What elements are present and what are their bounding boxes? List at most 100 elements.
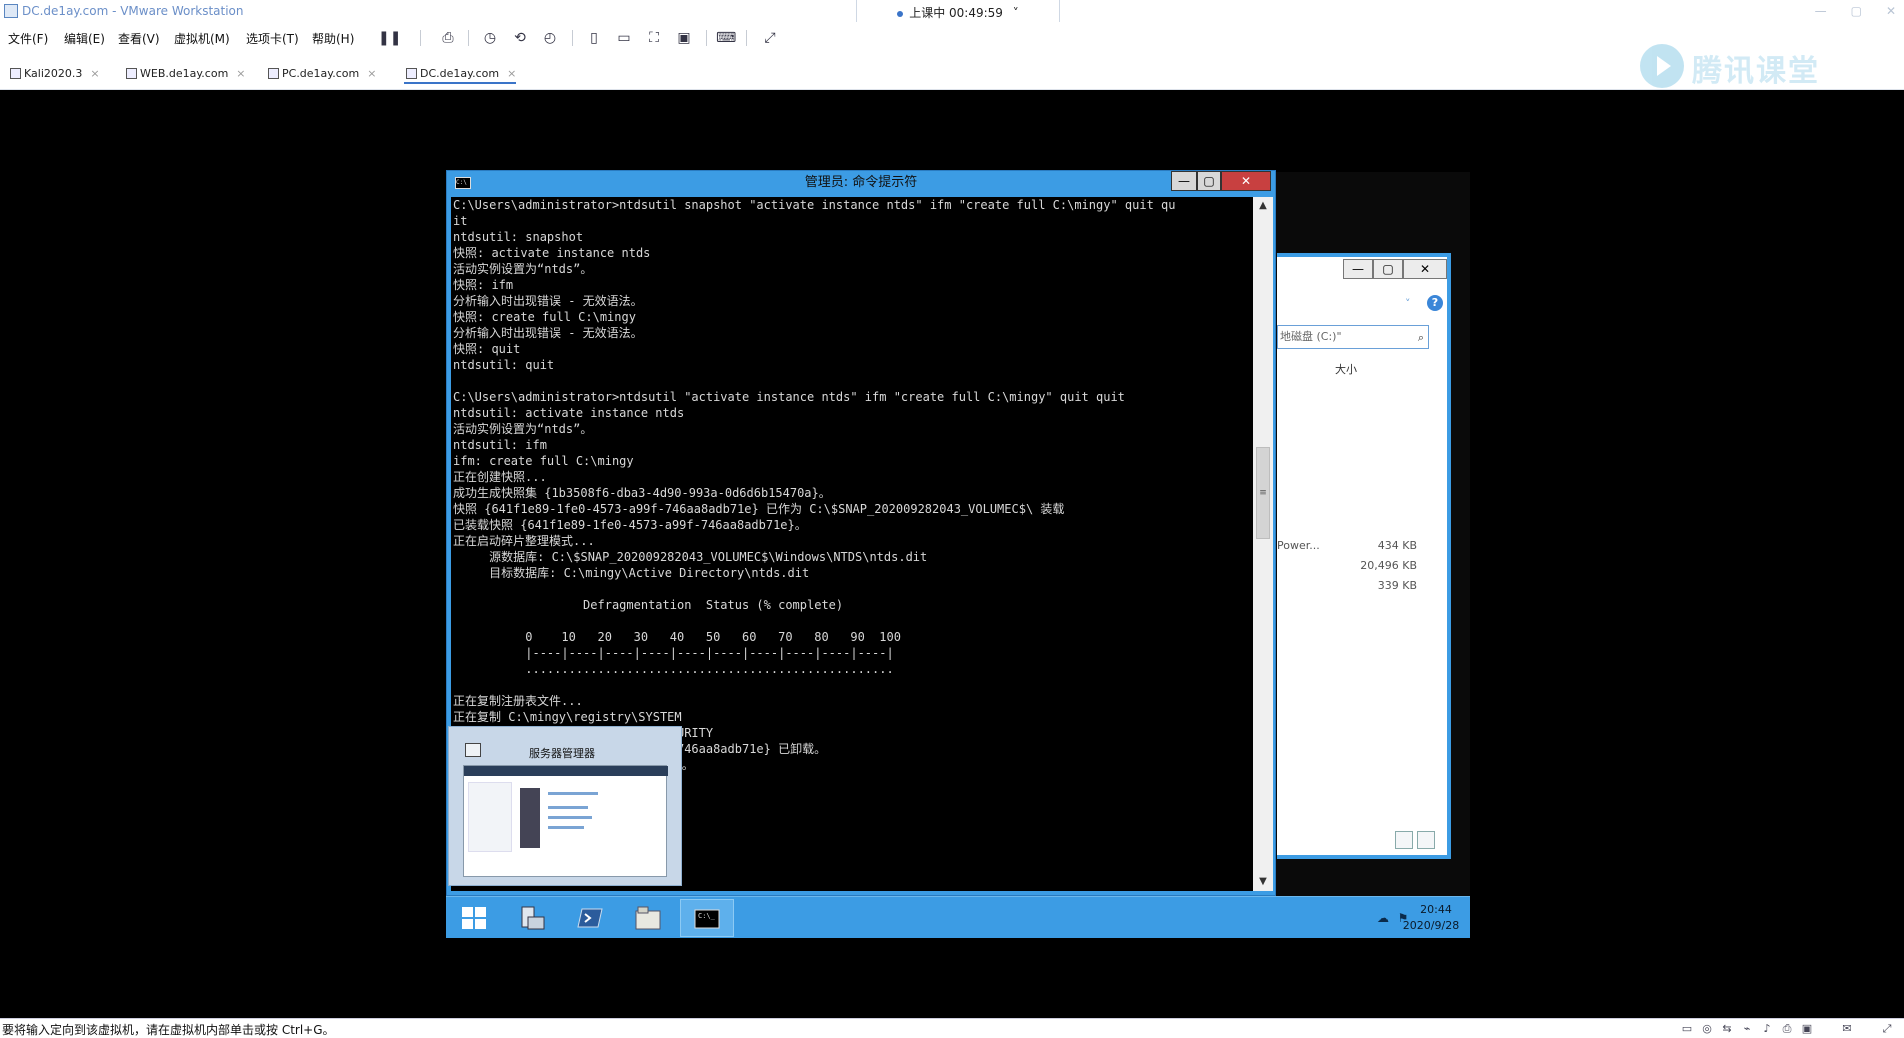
tab-label: WEB.de1ay.com [140,67,229,80]
unity-icon[interactable]: ▣ [674,28,694,48]
file-size: 20,496 KB [1360,559,1417,572]
maximize-button[interactable]: ▢ [1373,259,1403,279]
hdd-icon[interactable]: ▭ [1680,1022,1694,1035]
thumbnail-line [548,816,592,819]
vertical-scrollbar[interactable]: ▲ ≡ ▼ [1253,197,1273,891]
server-manager-icon [521,906,545,930]
cmd-button[interactable]: C:\_ [680,899,734,937]
tab-kali[interactable]: Kali2020.3 × [8,64,100,84]
large-icons-view-icon[interactable] [1417,831,1435,849]
console-line: 分析输入时出现错误 - 无效语法。 [453,326,643,340]
minimize-button[interactable]: — [1343,259,1373,279]
tab-web[interactable]: WEB.de1ay.com × [124,64,246,84]
tab-dc[interactable]: DC.de1ay.com × [404,64,517,84]
server-manager-button[interactable] [506,899,560,937]
fullscreen-icon[interactable]: ⤢ [760,28,780,48]
vm-tab-icon [268,68,279,79]
clock-date[interactable]: 2020/9/28 [1396,919,1466,932]
thumbnail-title: 服务器管理器 [529,747,595,760]
tencent-classroom-logo: 腾讯课堂 [1640,40,1860,92]
revert-snapshot-icon[interactable]: ⟲ [510,28,530,48]
snapshot-icon[interactable]: ◷ [480,28,500,48]
menu-help[interactable]: 帮助(H) [312,30,354,47]
pause-icon[interactable]: ❚❚ [378,28,401,48]
console-line: C:\Users\administrator>ntdsutil snapshot… [453,198,1176,212]
tab-close-icon[interactable]: × [367,67,376,80]
sound-icon[interactable]: ♪ [1760,1022,1774,1035]
usb-icon[interactable]: ⌁ [1740,1022,1754,1035]
chevron-down-icon[interactable]: ˅ [1405,297,1411,310]
network-icon[interactable]: ⇆ [1720,1022,1734,1035]
console-line: 已装载快照 {641f1e89-1fe0-4573-a99f-746aa8adb… [453,518,807,532]
chevron-down-icon: ˅ [1012,6,1019,20]
console-line: 正在复制注册表文件... [453,694,583,708]
console-line: ntdsutil: snapshot [453,230,584,244]
console-line: ........................................… [453,662,894,676]
send-ctrl-alt-del-icon[interactable]: ⎙ [438,28,458,48]
console-icon[interactable]: ⌨ [716,28,736,48]
tab-close-icon[interactable]: × [236,67,245,80]
console-line: |----|----|----|----|----|----|----|----… [453,646,894,660]
tab-close-icon[interactable]: × [90,67,99,80]
close-button[interactable]: ✕ [1221,171,1271,191]
menu-tabs[interactable]: 选项卡(T) [246,30,299,47]
message-icon[interactable]: ✉ [1840,1022,1854,1035]
vmware-title: DC.de1ay.com - VMware Workstation [22,4,244,18]
scroll-down-icon[interactable]: ▼ [1253,873,1273,891]
fit-guest-icon[interactable]: ⛶ [644,28,664,48]
tab-label: DC.de1ay.com [420,67,500,80]
menu-file[interactable]: 文件(F) [8,30,48,47]
thumbnail-bar-icon[interactable]: ▭ [614,28,634,48]
console-line: 成功生成快照集 {1b3508f6-dba3-4d90-993a-0d6d6b1… [453,486,831,500]
clock-time[interactable]: 20:44 [1406,903,1466,916]
maximize-button[interactable]: ▢ [1197,171,1221,191]
cd-icon[interactable]: ◎ [1700,1022,1714,1035]
details-view-icon[interactable] [1395,831,1413,849]
column-header-size[interactable]: 大小 [1335,361,1357,377]
file-explorer-button[interactable] [622,899,676,937]
printer-icon[interactable]: ⎙ [1780,1022,1794,1035]
console-line: C:\Users\administrator>ntdsutil "activat… [453,390,1125,404]
file-name[interactable]: Power... [1277,539,1320,552]
thumbnail-line [548,792,598,795]
cmd-titlebar[interactable]: C:\ 管理员: 命令提示符 — ▢ ✕ [447,171,1275,195]
close-button[interactable]: ✕ [1403,259,1447,279]
file-explorer-window[interactable]: — ▢ ✕ ˅ ? 地磁盘 (C:)" ⌕ 大小 Power... 434 KB… [1277,253,1451,859]
vm-tab-icon [126,68,137,79]
vmware-window-controls: — ▢ ✕ [1815,0,1896,22]
vmware-window: DC.de1ay.com - VMware Workstation — ▢ ✕ … [0,0,1904,1038]
minimize-button[interactable]: — [1815,0,1827,22]
start-button[interactable] [448,899,502,937]
lesson-status-text: 上课中 00:49:59 [909,6,1003,20]
menu-edit[interactable]: 编辑(E) [64,30,105,47]
scroll-up-icon[interactable]: ▲ [1253,197,1273,215]
toolbar-separator [706,30,707,46]
folder-icon [635,906,661,930]
tab-pc[interactable]: PC.de1ay.com × [266,64,376,84]
minimize-button[interactable]: — [1171,171,1197,191]
toolbar-separator [572,30,573,46]
network-icon[interactable]: ☁ [1376,911,1390,925]
vmware-menubar: 文件(F) 编辑(E) 查看(V) 虚拟机(M) 选项卡(T) 帮助(H) ❚❚… [0,22,1904,54]
maximize-button[interactable]: ▢ [1851,0,1862,22]
play-logo-icon [1640,44,1684,88]
tab-close-icon[interactable]: × [507,67,516,80]
console-line: ntdsutil: quit [453,358,555,372]
close-button[interactable]: ✕ [1886,0,1896,22]
display-icon[interactable]: ▣ [1800,1022,1814,1035]
console-line: 快照: activate instance ntds [453,246,651,260]
console-line: 快照: create full C:\mingy [453,310,636,324]
fullscreen-icon[interactable]: ⤢ [1880,1022,1894,1035]
taskbar-thumbnail-preview[interactable]: 服务器管理器 [448,726,682,886]
thumbnail-sidebar [468,782,512,852]
snapshot-manager-icon[interactable]: ◴ [540,28,560,48]
menu-view[interactable]: 查看(V) [118,30,160,47]
search-input[interactable]: 地磁盘 (C:)" ⌕ [1277,325,1429,349]
sidebar-icon[interactable]: ▯ [584,28,604,48]
thumbnail-tile [520,788,540,848]
search-icon[interactable]: ⌕ [1418,327,1424,349]
console-line: 0 10 20 30 40 50 60 70 80 90 100 [453,630,901,644]
help-icon[interactable]: ? [1427,295,1443,311]
powershell-button[interactable] [564,899,618,937]
menu-vm[interactable]: 虚拟机(M) [174,30,230,47]
